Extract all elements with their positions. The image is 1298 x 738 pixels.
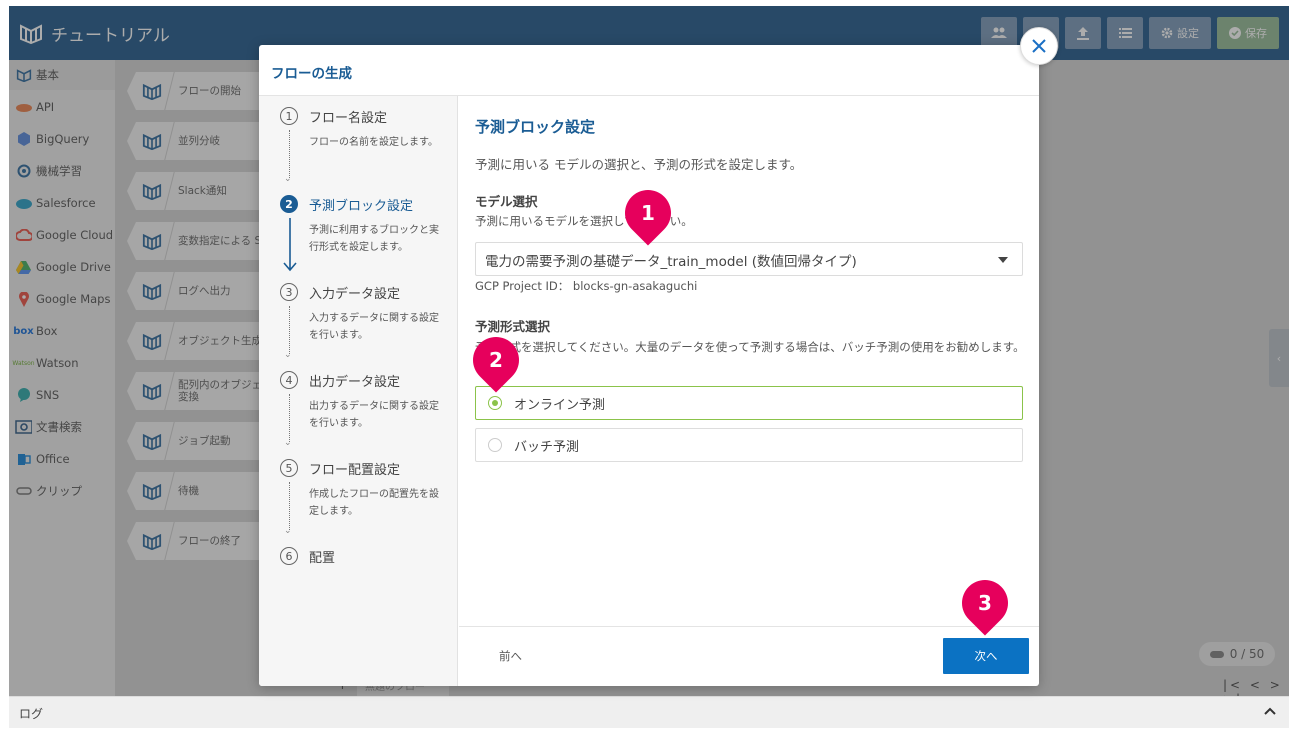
close-icon	[1032, 39, 1046, 53]
dialog-footer: 前へ 次へ	[459, 626, 1039, 686]
model-select-value: 電力の需要予測の基礎データ_train_model (数値回帰タイプ)	[485, 254, 857, 270]
step-number-active: 2	[280, 195, 298, 213]
chevron-down-icon: ⌄	[284, 174, 292, 184]
step-connector	[289, 394, 290, 442]
create-flow-dialog: フローの生成 1 フロー名設定 フローの名前を設定します。 ⌄ 2 予測ブロック…	[259, 45, 1039, 686]
callout-number-1: 1	[641, 201, 655, 225]
model-select-label: モデル選択	[475, 194, 538, 209]
dialog-header: フローの生成	[259, 45, 1039, 96]
next-button[interactable]: 次へ	[943, 638, 1029, 674]
step-title: フロー配置設定	[309, 463, 401, 478]
format-select-help: 予測形式を選択してください。大量のデータを使って予測する場合は、バッチ予測の使用…	[475, 340, 1025, 354]
next-label: 次へ	[974, 649, 998, 663]
log-label: ログ	[19, 707, 44, 721]
radio-selected[interactable]	[488, 396, 502, 410]
step-number: 4	[280, 371, 298, 389]
gcp-project-id: GCP Project ID： blocks-gn-asakaguchi	[475, 279, 698, 293]
step-description: 入力するデータに関する設定を行います。	[309, 313, 439, 341]
section-intro: 予測に用いる モデルの選択と、予測の形式を設定します。	[475, 157, 803, 172]
option-batch-prediction[interactable]: バッチ予測	[475, 428, 1023, 462]
log-bar[interactable]: ログ	[9, 696, 1289, 728]
chevron-up-icon[interactable]	[1263, 704, 1277, 718]
step-title: 配置	[309, 551, 336, 566]
step-connector	[289, 482, 290, 530]
prev-button[interactable]: 前へ	[499, 648, 522, 664]
option-label: バッチ予測	[514, 439, 580, 455]
chevron-down-icon: ⌄	[284, 350, 292, 360]
step-description: 予測に利用するブロックと実行形式を設定します。	[309, 225, 439, 253]
step-number: 6	[280, 547, 298, 565]
step-connector	[289, 306, 290, 354]
step-description: 作成したフローの配置先を設定します。	[309, 489, 439, 517]
step-connector	[289, 130, 290, 178]
step-title: 入力データ設定	[309, 287, 401, 302]
model-select[interactable]: 電力の需要予測の基礎データ_train_model (数値回帰タイプ)	[475, 242, 1023, 276]
step-list: 1 フロー名設定 フローの名前を設定します。 ⌄ 2 予測ブロック設定 予測に利…	[259, 96, 458, 686]
caret-down-icon	[998, 257, 1008, 263]
step-title-active: 予測ブロック設定	[309, 199, 414, 214]
callout-number-2: 2	[489, 348, 503, 372]
arrow-down-icon	[283, 218, 297, 272]
step-description: フローの名前を設定します。	[309, 137, 438, 148]
dialog-content: 予測ブロック設定 予測に用いる モデルの選択と、予測の形式を設定します。 モデル…	[459, 96, 1039, 626]
step-number: 5	[280, 459, 298, 477]
step-title: フロー名設定	[309, 111, 388, 126]
section-title: 予測ブロック設定	[475, 118, 596, 136]
dialog-title: フローの生成	[271, 66, 352, 82]
option-label: オンライン予測	[514, 397, 606, 413]
callout-number-3: 3	[978, 591, 992, 615]
step-title: 出力データ設定	[309, 375, 401, 390]
model-select-help: 予測に用いるモデルを選択してください。	[475, 214, 693, 228]
radio-unselected[interactable]	[488, 438, 502, 452]
close-dialog-button[interactable]	[1020, 27, 1058, 65]
step-description: 出力するデータに関する設定を行います。	[309, 401, 439, 429]
step-number: 3	[280, 283, 298, 301]
format-select-label: 予測形式選択	[475, 319, 551, 334]
chevron-down-icon: ⌄	[284, 526, 292, 536]
step-number: 1	[280, 107, 298, 125]
option-online-prediction[interactable]: オンライン予測	[475, 386, 1023, 420]
chevron-down-icon: ⌄	[284, 438, 292, 448]
